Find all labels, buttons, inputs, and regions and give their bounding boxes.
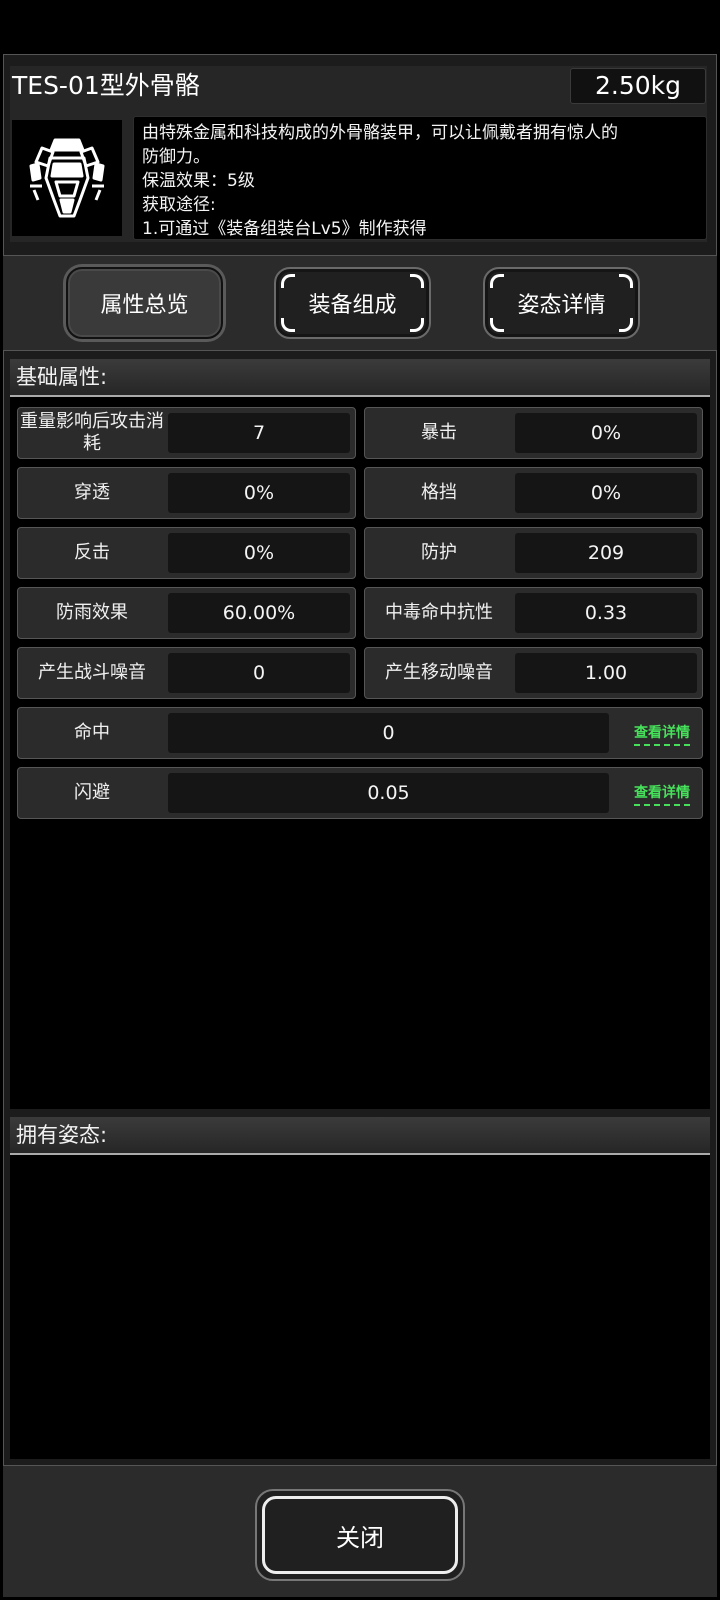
tab-equipment-composition[interactable]: 装备组成 bbox=[274, 267, 431, 339]
stat-value: 0.05 bbox=[168, 773, 609, 813]
description-line: 保温效果：5级 bbox=[142, 171, 255, 191]
hit-details-link[interactable]: 查看详情 bbox=[634, 722, 690, 746]
stat-label: 产生移动噪音 bbox=[385, 662, 493, 683]
stat-value: 0% bbox=[515, 473, 697, 513]
stat-label: 格挡 bbox=[421, 482, 457, 503]
stat-combat-noise: 产生战斗噪音 0 bbox=[17, 647, 356, 699]
stat-label: 产生战斗噪音 bbox=[38, 662, 146, 683]
stat-label: 重量影响后攻击消耗 bbox=[20, 411, 164, 454]
stat-value: 7 bbox=[168, 413, 350, 453]
stat-value: 0.33 bbox=[515, 593, 697, 633]
stat-value: 0% bbox=[168, 473, 350, 513]
close-button-label: 关闭 bbox=[336, 1523, 384, 1552]
item-weight: 2.50kg bbox=[570, 68, 706, 104]
item-title: TES-01型外骨骼 bbox=[12, 71, 200, 100]
stat-value: 0 bbox=[168, 653, 350, 693]
description-line: 防御力。 bbox=[142, 147, 210, 167]
stat-label: 防护 bbox=[421, 542, 457, 563]
description-line: 获取途径: bbox=[142, 195, 216, 215]
stat-poison-resistance: 中毒命中抗性 0.33 bbox=[364, 587, 703, 639]
stances-panel bbox=[10, 1117, 710, 1459]
stat-critical: 暴击 0% bbox=[364, 407, 703, 459]
stat-protection: 防护 209 bbox=[364, 527, 703, 579]
stat-dodge: 闪避 0.05 查看详情 bbox=[17, 767, 703, 819]
stat-label: 穿透 bbox=[74, 482, 110, 503]
item-icon-box bbox=[12, 120, 122, 236]
tab-attribute-overview[interactable]: 属性总览 bbox=[66, 267, 223, 339]
stat-value: 0% bbox=[168, 533, 350, 573]
tab-label: 属性总览 bbox=[100, 293, 189, 318]
dodge-details-link[interactable]: 查看详情 bbox=[634, 782, 690, 806]
stat-counterattack: 反击 0% bbox=[17, 527, 356, 579]
stat-label: 命中 bbox=[74, 722, 110, 743]
tab-stance-details[interactable]: 姿态详情 bbox=[483, 267, 640, 339]
tab-label: 姿态详情 bbox=[517, 293, 606, 318]
close-button[interactable]: 关闭 bbox=[255, 1489, 465, 1581]
description-line: 由特殊金属和科技构成的外骨骼装甲，可以让佩戴者拥有惊人的 bbox=[142, 123, 618, 143]
stat-penetration: 穿透 0% bbox=[17, 467, 356, 519]
stat-block: 格挡 0% bbox=[364, 467, 703, 519]
stat-label: 中毒命中抗性 bbox=[385, 602, 493, 623]
stat-hit: 命中 0 查看详情 bbox=[17, 707, 703, 759]
stat-label: 闪避 bbox=[74, 782, 110, 803]
stat-value: 0% bbox=[515, 413, 697, 453]
description-line: 1.可通过《装备组装台Lv5》制作获得 bbox=[142, 219, 427, 239]
exoskeleton-armor-icon bbox=[29, 138, 105, 218]
stat-label: 暴击 bbox=[421, 422, 457, 443]
stat-movement-noise: 产生移动噪音 1.00 bbox=[364, 647, 703, 699]
stat-value: 209 bbox=[515, 533, 697, 573]
section-header-basic-attributes: 基础属性: bbox=[10, 359, 710, 397]
item-description[interactable]: 由特殊金属和科技构成的外骨骼装甲，可以让佩戴者拥有惊人的 防御力。 保温效果：5… bbox=[133, 116, 707, 240]
stat-label: 防雨效果 bbox=[56, 602, 128, 623]
stat-value: 60.00% bbox=[168, 593, 350, 633]
tab-label: 装备组成 bbox=[308, 293, 397, 318]
stat-value: 0 bbox=[168, 713, 609, 753]
stat-value: 1.00 bbox=[515, 653, 697, 693]
stat-weight-attack-cost: 重量影响后攻击消耗 7 bbox=[17, 407, 356, 459]
section-header-stances: 拥有姿态: bbox=[10, 1117, 710, 1155]
stat-rain-protection: 防雨效果 60.00% bbox=[17, 587, 356, 639]
stat-label: 反击 bbox=[74, 542, 110, 563]
